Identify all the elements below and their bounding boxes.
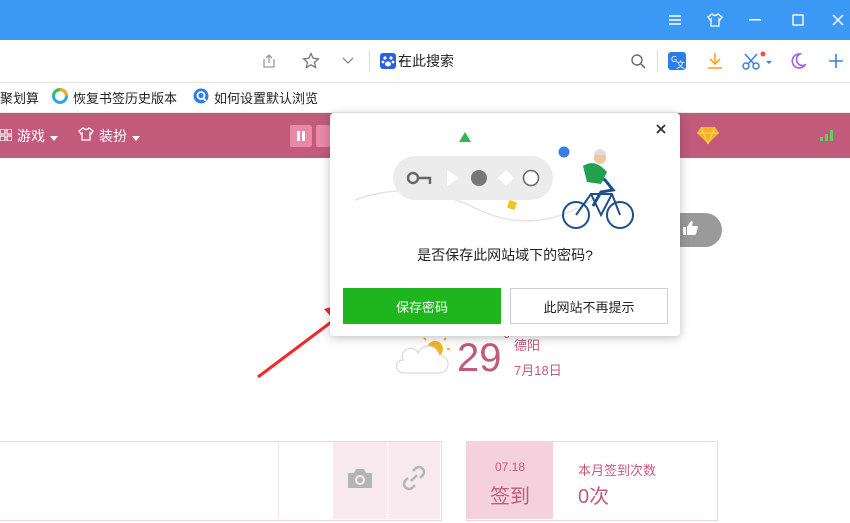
divider: [369, 50, 370, 72]
search-input[interactable]: [398, 52, 618, 70]
screenshot-icon[interactable]: [740, 40, 774, 82]
translate-icon[interactable]: G文: [665, 40, 689, 82]
bookmark-item[interactable]: 聚划算: [0, 83, 39, 112]
save-password-popup: 是否保存此网站域下的密码? 保存密码 此网站不再提示: [330, 113, 680, 336]
never-remind-button[interactable]: 此网站不再提示: [510, 288, 668, 324]
grid-icon: [0, 127, 13, 144]
save-password-button[interactable]: 保存密码: [343, 288, 501, 324]
nav-game[interactable]: 游戏: [0, 113, 58, 158]
like-button[interactable]: [676, 213, 722, 247]
bookmarks-bar: 聚划算 恢复书签历史版本 如何设置默认浏览: [0, 83, 850, 113]
bookmark-label: 恢复书签历史版本: [73, 91, 178, 106]
download-icon[interactable]: [703, 40, 727, 82]
caret-down-icon: [50, 128, 58, 144]
search-icon[interactable]: [628, 40, 648, 82]
camera-button[interactable]: [333, 442, 387, 519]
bookmark-item[interactable]: 恢复书签历史版本: [52, 83, 177, 112]
signin-button[interactable]: 07.18 签到: [467, 442, 553, 519]
weather-temperature: 29: [457, 336, 502, 380]
moon-icon[interactable]: [786, 40, 808, 82]
month-signin-count: 0次: [578, 486, 610, 508]
close-icon[interactable]: [823, 0, 850, 40]
diamond-icon[interactable]: [697, 125, 719, 147]
shirt-icon: [78, 127, 94, 144]
weather-date: 7月18日: [514, 363, 562, 378]
share-icon[interactable]: [258, 40, 280, 82]
new-tab-icon[interactable]: [825, 40, 847, 82]
nav-dress[interactable]: 装扮: [78, 113, 140, 158]
minimize-icon[interactable]: [740, 0, 770, 40]
bookmark-label: 如何设置默认浏览: [214, 91, 319, 106]
nav-game-label: 游戏: [17, 127, 45, 144]
pause-icon[interactable]: [290, 125, 312, 147]
weather-city: 德阳: [514, 338, 541, 353]
music-bars-icon[interactable]: [316, 125, 330, 147]
signin-date: 07.18: [494, 460, 526, 474]
nav-dress-label: 装扮: [99, 127, 127, 144]
signal-icon: [820, 128, 834, 146]
star-icon[interactable]: [300, 40, 322, 82]
title-bar: [0, 0, 850, 40]
attach-button[interactable]: [388, 442, 440, 519]
bookmark-label: 聚划算: [0, 91, 40, 106]
month-signin-label: 本月签到次数: [578, 463, 657, 478]
popup-question: 是否保存此网站域下的密码?: [417, 247, 593, 263]
chevron-down-icon[interactable]: [338, 40, 358, 82]
skin-icon[interactable]: [700, 0, 730, 40]
divider: [278, 442, 279, 519]
bookmark-item[interactable]: 如何设置默认浏览: [193, 83, 318, 112]
divider: [657, 50, 658, 72]
thumbs-up-icon: [682, 220, 698, 241]
signin-label: 签到: [490, 486, 530, 508]
address-bar: G文: [0, 40, 850, 83]
menu-icon[interactable]: [660, 0, 690, 40]
weather-icon: [395, 335, 457, 382]
q-logo-icon: [193, 88, 209, 107]
bicycle-illustration-icon: [355, 132, 634, 229]
maximize-icon[interactable]: [783, 0, 813, 40]
camera-icon: [346, 467, 374, 494]
link-icon: [401, 465, 427, 496]
svg-text:文: 文: [676, 59, 685, 71]
caret-down-icon: [132, 128, 140, 144]
colorful-circle-icon: [52, 88, 68, 107]
